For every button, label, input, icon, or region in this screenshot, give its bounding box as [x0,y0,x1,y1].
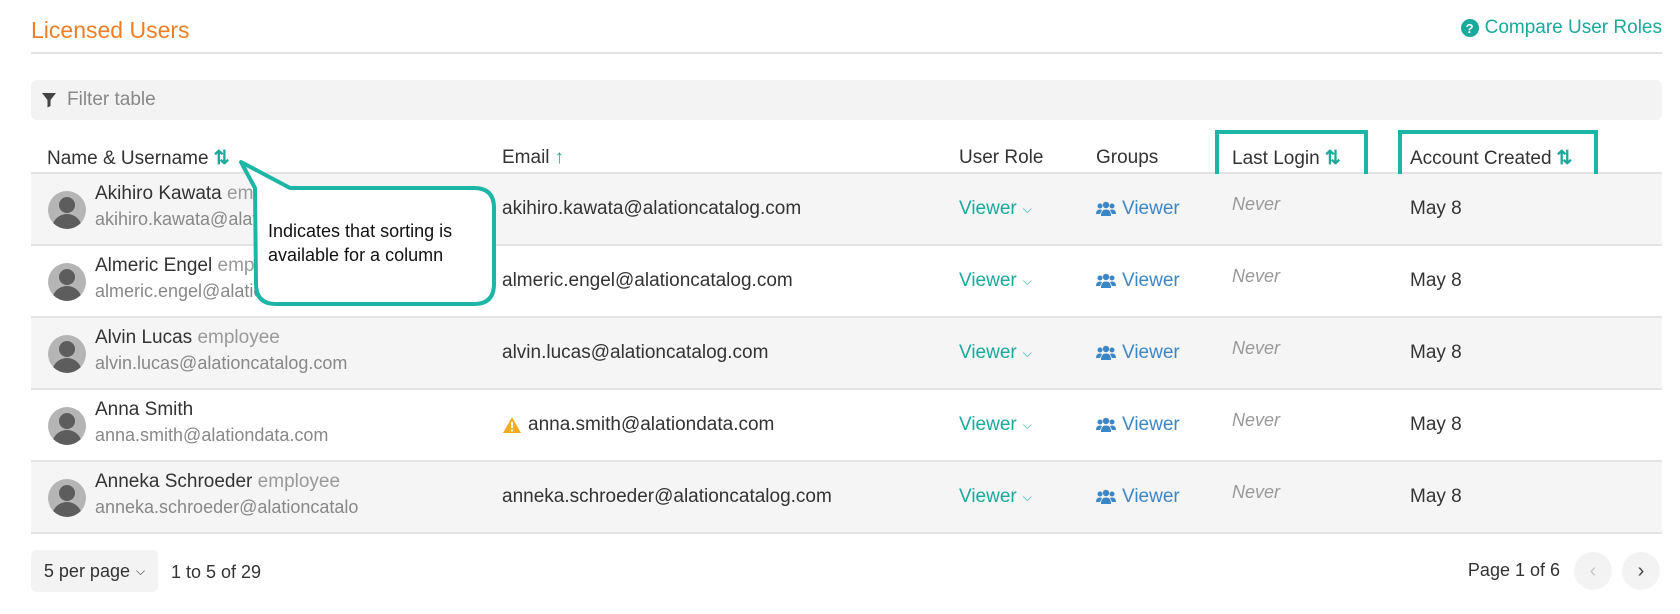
users-icon [1096,273,1116,288]
last-login-value: Never [1232,338,1281,358]
users-icon [1096,345,1116,360]
user-tag: employee [257,471,341,492]
table-row: Anneka Schroeder employee anneka.schroed… [31,462,1662,534]
compare-user-roles-label: Compare User Roles [1484,17,1662,38]
user-full-name: Alvin Lucas employee [95,327,280,348]
group-link[interactable]: Viewer [1096,486,1180,508]
column-header-role: User Role [959,147,1043,169]
column-header-groups: Groups [1096,147,1158,169]
user-email: alvin.lucas@alationcatalog.com [502,342,769,363]
previous-page-button[interactable]: ‹ [1574,552,1612,590]
users-icon [1096,489,1116,504]
user-tag: employee [197,327,280,348]
chevron-down-icon: ⌵ [1022,345,1032,360]
user-email: anneka.schroeder@alationcatalog.com [502,486,832,507]
group-link[interactable]: Viewer [1096,270,1180,292]
users-icon [1096,417,1116,432]
chevron-down-icon: ⌵ [1022,489,1032,504]
user-email: akihiro.kawata@alationcatalog.com [502,198,802,219]
group-link[interactable]: Viewer [1096,414,1180,436]
page-info: Page 1 of 6 [1467,560,1560,580]
last-login-value: Never [1232,410,1281,430]
next-page-button[interactable]: › [1622,552,1660,590]
chevron-down-icon: ⌵ [135,563,146,578]
user-full-name: Anna Smith [95,399,194,420]
account-created-value: May 8 [1410,198,1462,219]
account-created-value: May 8 [1410,486,1462,507]
account-created-value: May 8 [1410,342,1462,363]
callout-text: Indicates that sorting is available for … [268,221,453,265]
account-created-value: May 8 [1410,414,1462,435]
chevron-down-icon: ⌵ [1022,273,1032,288]
table-row: Anna Smith anna.smith@alationdata.com an… [31,390,1662,462]
title-divider [31,52,1662,54]
table-row: Alvin Lucas employee alvin.lucas@alation… [31,318,1662,390]
compare-user-roles-link[interactable]: ? Compare User Roles [1460,17,1662,39]
user-role-dropdown[interactable]: Viewer ⌵ [959,270,1032,292]
user-login: alvin.lucas@alationcatalog.com [95,353,348,373]
last-login-value: Never [1232,482,1281,502]
user-role-dropdown[interactable]: Viewer ⌵ [959,198,1032,220]
column-label-name: Name & Username [47,147,209,169]
column-label-email: Email [502,147,550,168]
user-login: anna.smith@alationdata.com [95,425,329,445]
avatar [48,335,86,373]
sort-both-icon[interactable]: ⇅ [214,147,230,170]
user-tag: employee [227,183,310,204]
filter-icon [42,93,56,108]
chevron-down-icon: ⌵ [1022,417,1032,432]
avatar [48,263,86,301]
column-label-role: User Role [959,147,1044,168]
warning-icon [503,417,521,433]
user-login: almeric.engel@alationcatalog.com [95,281,371,301]
user-login: anneka.schroeder@alationcatalo [95,497,359,517]
column-label-groups: Groups [1096,147,1159,168]
chevron-down-icon: ⌵ [1022,201,1032,216]
user-full-name: Anneka Schroeder employee [95,471,341,492]
column-header-name[interactable]: Name & Username ⇅ [47,147,229,170]
question-circle-icon: ? [1460,19,1479,37]
last-login-value: Never [1232,266,1281,286]
avatar [48,407,86,445]
user-role-dropdown[interactable]: Viewer ⌵ [959,486,1032,508]
filter-table-input[interactable]: Filter table [31,80,1662,120]
chevron-right-icon: › [1637,559,1645,582]
user-role-dropdown[interactable]: Viewer ⌵ [959,342,1032,364]
sort-ascending-icon[interactable]: ↑ [555,147,565,169]
last-login-value: Never [1232,194,1281,214]
filter-placeholder: Filter table [67,89,156,110]
account-created-value: May 8 [1410,270,1462,291]
chevron-left-icon: ‹ [1589,559,1597,582]
table-footer: 5 per page ⌵ 1 to 5 of 29 Page 1 of 6 ‹ … [31,550,1662,592]
users-icon [1096,201,1116,216]
group-link[interactable]: Viewer [1096,342,1180,364]
results-range: 1 to 5 of 29 [171,562,262,582]
group-link[interactable]: Viewer [1096,198,1180,220]
column-header-email[interactable]: Email ↑ [502,147,564,169]
user-email: anna.smith@alationdata.com [502,414,774,436]
avatar [48,479,86,517]
user-full-name: Akihiro Kawata employee [95,183,310,204]
avatar [48,191,86,229]
user-role-dropdown[interactable]: Viewer ⌵ [959,414,1032,436]
page-title: Licensed Users [31,17,190,43]
per-page-select[interactable]: 5 per page ⌵ [31,550,158,592]
user-email: almeric.engel@alationcatalog.com [502,270,793,291]
